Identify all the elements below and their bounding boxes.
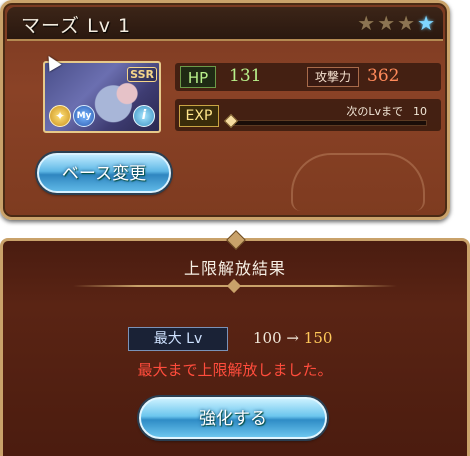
- max-level-label: 最大 Lv: [128, 327, 228, 351]
- panel-ornament-gem: [226, 230, 246, 250]
- element-icon: ✦: [49, 105, 71, 127]
- arrow-icon: →: [286, 329, 299, 347]
- decorative-ornament: [291, 153, 425, 211]
- old-max-level: 100: [253, 329, 282, 347]
- exp-row: EXP 次のLvまで 10: [175, 99, 441, 131]
- next-level-value: 10: [413, 105, 427, 118]
- new-max-level: 150: [303, 329, 333, 347]
- next-level-label: 次のLvまで: [346, 105, 403, 118]
- character-name-text: マーズ: [21, 15, 81, 37]
- exp-label: EXP: [179, 105, 219, 127]
- character-portrait[interactable]: SSR ✦ My i: [43, 61, 161, 133]
- star-icon: ★: [357, 11, 376, 35]
- attack-label: 攻撃力: [307, 67, 359, 87]
- ssr-badge: SSR: [127, 67, 157, 82]
- divider-gem: [226, 278, 242, 294]
- my-badge-icon: My: [73, 105, 95, 127]
- character-name: マーズ Lv 1: [21, 11, 131, 38]
- change-base-button[interactable]: ベース変更: [37, 153, 171, 193]
- star-icon: ★: [377, 11, 396, 35]
- character-panel: マーズ Lv 1 ★ ★ ★ ★ SSR ✦ My i HP 131 攻撃力 3…: [0, 0, 450, 220]
- next-level-info: 次のLvまで 10: [346, 103, 427, 119]
- limit-break-result-panel: 上限解放結果 最大 Lv 100 → 150 最大まで上限解放しました。 強化す…: [0, 230, 470, 456]
- result-title: 上限解放結果: [183, 259, 286, 278]
- max-level-values: 100 → 150: [253, 329, 332, 347]
- info-icon[interactable]: i: [133, 105, 155, 127]
- result-message: 最大まで上限解放しました。: [137, 361, 333, 379]
- stat-row: HP 131 攻撃力 362: [175, 63, 441, 91]
- rarity-stars: ★ ★ ★ ★: [357, 13, 435, 33]
- hp-value: 131: [229, 66, 262, 86]
- star-icon: ★: [417, 11, 435, 35]
- exp-progress-bar: [231, 120, 427, 126]
- attack-value: 362: [367, 66, 400, 86]
- character-title-bar: マーズ Lv 1 ★ ★ ★ ★: [7, 7, 443, 41]
- star-icon: ★: [397, 11, 416, 35]
- character-level-text: Lv 1: [87, 15, 132, 37]
- enhance-button[interactable]: 強化する: [139, 397, 327, 439]
- hp-label: HP: [180, 66, 216, 88]
